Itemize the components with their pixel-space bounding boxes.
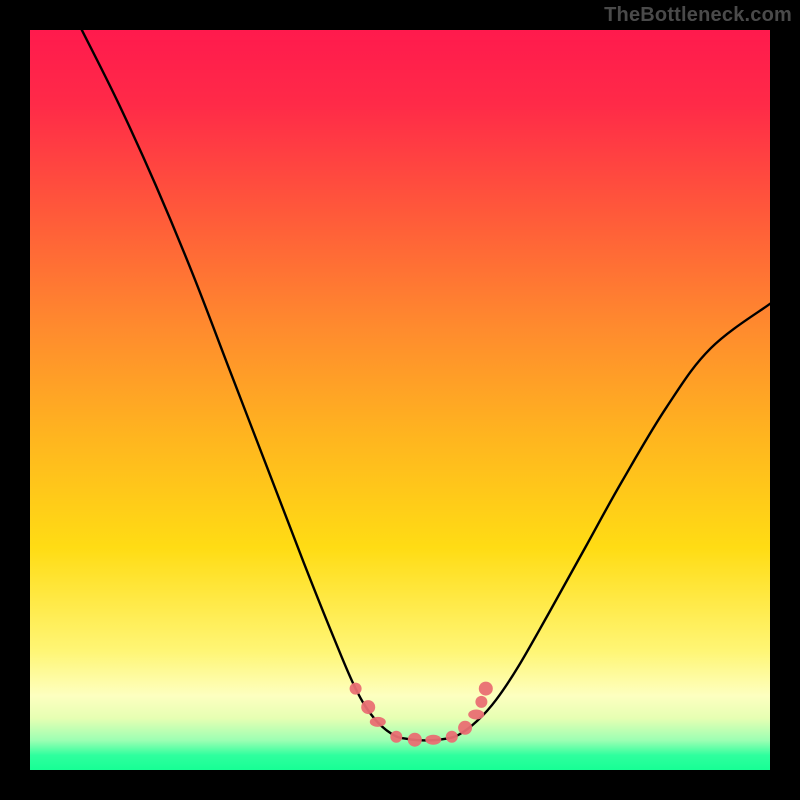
marker-dot bbox=[458, 721, 472, 735]
marker-dot bbox=[408, 733, 422, 747]
marker-dot bbox=[446, 731, 458, 743]
bottleneck-curve bbox=[82, 30, 770, 740]
marker-dot bbox=[350, 683, 362, 695]
marker-dot bbox=[370, 717, 386, 727]
attribution-label: TheBottleneck.com bbox=[604, 4, 792, 27]
marker-dot bbox=[479, 682, 493, 696]
marker-dot bbox=[390, 731, 402, 743]
marker-dot bbox=[468, 710, 484, 720]
marker-dot bbox=[361, 700, 375, 714]
marker-dot bbox=[425, 735, 441, 745]
marker-dot bbox=[475, 696, 487, 708]
chart-frame: TheBottleneck.com bbox=[0, 0, 800, 800]
curve-layer bbox=[30, 30, 770, 770]
plot-area bbox=[30, 30, 770, 770]
